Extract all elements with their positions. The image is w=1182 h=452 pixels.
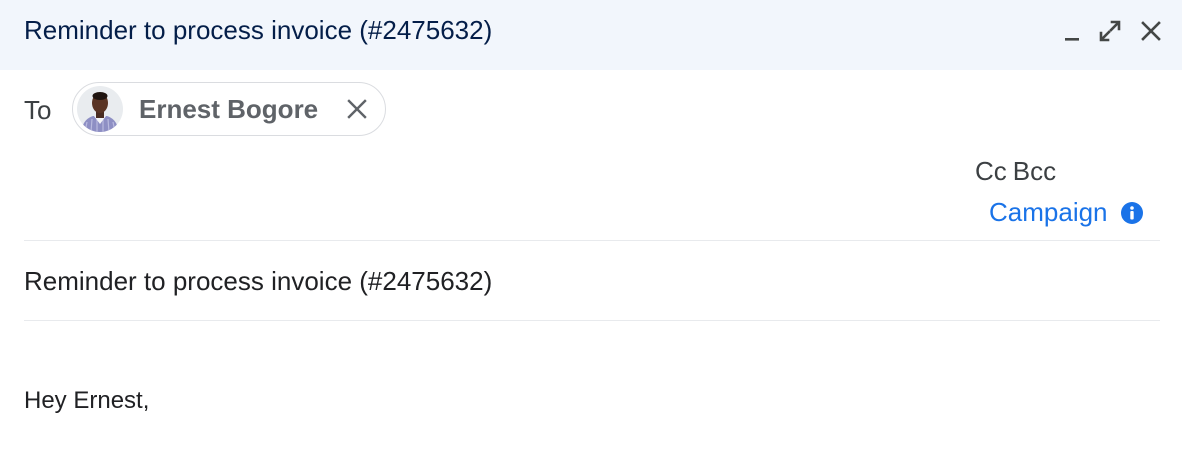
close-icon <box>347 99 367 119</box>
minimize-button[interactable] <box>1058 17 1086 45</box>
minimize-icon <box>1065 38 1079 41</box>
to-label: To <box>24 95 52 125</box>
info-icon[interactable] <box>1120 201 1144 225</box>
campaign-label: Campaign <box>989 197 1108 227</box>
avatar <box>77 86 123 132</box>
expand-icon <box>1099 20 1121 42</box>
compose-header: Reminder to process invoice (#2475632) <box>0 0 1182 70</box>
subject-field[interactable]: Reminder to process invoice (#2475632) <box>24 264 1144 298</box>
expand-button[interactable] <box>1096 17 1124 45</box>
campaign-link[interactable]: Campaign <box>989 195 1144 229</box>
compose-window: Reminder to process invoice (#2475632) T… <box>0 0 1182 452</box>
message-body[interactable]: Hey Ernest, <box>24 385 1144 417</box>
recipient-name: Ernest Bogore <box>139 94 319 124</box>
compose-title: Reminder to process invoice (#2475632) <box>24 15 493 45</box>
divider <box>24 320 1160 321</box>
to-field[interactable]: To Ernest Bogore <box>0 70 1182 152</box>
close-button[interactable] <box>1137 17 1165 45</box>
cc-bcc-links: Cc Bcc <box>975 155 1056 187</box>
close-icon <box>1141 21 1161 41</box>
recipient-chip[interactable]: Ernest Bogore <box>72 82 386 136</box>
divider <box>24 240 1160 241</box>
cc-link[interactable]: Cc <box>975 156 1007 186</box>
bcc-link[interactable]: Bcc <box>1013 156 1056 186</box>
remove-recipient-button[interactable] <box>343 95 371 123</box>
